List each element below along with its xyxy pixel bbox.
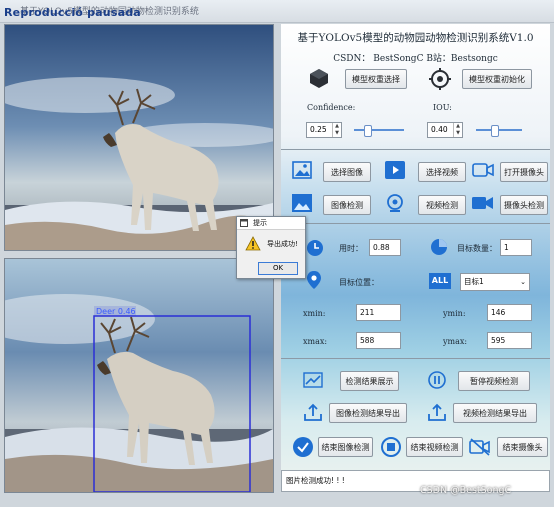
ymax-field: 595 bbox=[487, 332, 532, 349]
original-image-view bbox=[4, 24, 274, 251]
video-detect-button[interactable]: 视频检测 bbox=[418, 195, 466, 215]
pie-chart-icon bbox=[431, 239, 447, 255]
system-subtitle: CSDN： BestSongC B站：Bestsongc bbox=[333, 54, 498, 64]
image-detect-icon bbox=[292, 194, 312, 212]
iou-spinbox[interactable]: 0.40 ▲ ▼ bbox=[427, 122, 463, 138]
confidence-slider[interactable] bbox=[354, 125, 404, 137]
stop-circle-icon bbox=[381, 437, 401, 457]
iou-label: IOU: bbox=[433, 103, 452, 112]
deer-original-image bbox=[5, 25, 273, 250]
camera-detect-icon bbox=[472, 197, 493, 209]
xmax-field: 588 bbox=[356, 332, 401, 349]
camera-icon bbox=[472, 163, 494, 177]
confidence-label: Confidence: bbox=[307, 103, 356, 112]
dialog-title-bar: 提示 bbox=[237, 217, 305, 230]
count-label: 目标数量： bbox=[457, 244, 497, 253]
divider bbox=[281, 358, 550, 359]
check-circle-icon bbox=[293, 437, 313, 457]
divider bbox=[281, 149, 550, 150]
camera-detect-button[interactable]: 摄像头检测 bbox=[500, 195, 548, 215]
video-play-icon bbox=[385, 161, 405, 179]
watermark: CSDN @BestSongC bbox=[420, 485, 512, 496]
detection-label: Deer 0.46 bbox=[96, 307, 136, 316]
video-detect-icon bbox=[387, 194, 403, 212]
select-model-weights-button[interactable]: 模型权重选择 bbox=[345, 69, 407, 89]
pause-icon bbox=[428, 371, 446, 389]
image-detect-button[interactable]: 图像检测 bbox=[323, 195, 371, 215]
chevron-down-icon[interactable]: ⌄ bbox=[520, 274, 526, 290]
ymin-label: ymin: bbox=[443, 309, 466, 318]
ymin-field: 146 bbox=[487, 304, 532, 321]
export-image-results-button[interactable]: 图像检测结果导出 bbox=[329, 403, 407, 423]
spin-arrows-icon[interactable]: ▲ ▼ bbox=[332, 123, 341, 137]
control-panel: 基于YOLOv5模型的动物园动物检测识别系统V1.0 CSDN： BestSon… bbox=[281, 24, 550, 492]
spin-arrows-icon[interactable]: ▲ ▼ bbox=[453, 123, 462, 137]
stop-image-detect-button[interactable]: 结束图像检测 bbox=[318, 437, 373, 457]
xmin-field: 211 bbox=[356, 304, 401, 321]
stop-video-detect-button[interactable]: 结束视频检测 bbox=[406, 437, 463, 457]
all-targets-icon: ALL bbox=[429, 273, 451, 289]
iou-slider[interactable] bbox=[476, 125, 522, 137]
xmin-label: xmin: bbox=[303, 309, 326, 318]
init-model-weights-button[interactable]: 模型权重初始化 bbox=[462, 69, 532, 89]
slider-handle[interactable] bbox=[491, 125, 499, 137]
time-label: 用时： bbox=[339, 244, 363, 253]
ok-button[interactable]: OK bbox=[258, 262, 298, 275]
position-label: 目标位置： bbox=[339, 278, 379, 287]
deer-detection-image: Deer 0.46 bbox=[5, 259, 273, 492]
timer-icon bbox=[307, 240, 323, 256]
info-dialog: 提示 导出成功! OK bbox=[236, 216, 306, 279]
dialog-title: 提示 bbox=[253, 219, 267, 227]
confidence-value: 0.25 bbox=[310, 125, 327, 134]
divider bbox=[281, 223, 550, 224]
slider-handle[interactable] bbox=[364, 125, 372, 137]
dialog-message: 导出成功! bbox=[267, 240, 298, 248]
cube-icon bbox=[310, 69, 328, 88]
upload-icon bbox=[304, 403, 322, 421]
warning-icon bbox=[245, 236, 261, 251]
xmax-label: xmax: bbox=[303, 337, 328, 346]
system-title: 基于YOLOv5模型的动物园动物检测识别系统V1.0 bbox=[297, 32, 534, 44]
target-select-value: 目标1 bbox=[464, 277, 484, 286]
ymax-label: ymax: bbox=[443, 337, 468, 346]
upload-icon bbox=[428, 403, 446, 421]
detection-result-view: Deer 0.46 bbox=[4, 258, 274, 493]
open-camera-button[interactable]: 打开摄像头 bbox=[500, 162, 548, 182]
camera-off-icon bbox=[469, 438, 490, 456]
image-icon bbox=[292, 161, 312, 179]
line-chart-icon bbox=[303, 372, 323, 388]
iou-value: 0.40 bbox=[431, 125, 448, 134]
count-field: 1 bbox=[500, 239, 532, 256]
target-select[interactable]: 目标1 ⌄ bbox=[460, 273, 530, 291]
location-pin-icon bbox=[307, 271, 321, 289]
settings-target-icon bbox=[429, 68, 451, 90]
time-field: 0.88 bbox=[369, 239, 401, 256]
select-video-button[interactable]: 选择视频 bbox=[418, 162, 466, 182]
show-results-button[interactable]: 检测结果展示 bbox=[340, 371, 399, 391]
pause-video-button[interactable]: 暂停视频检测 bbox=[458, 371, 530, 391]
confidence-spinbox[interactable]: 0.25 ▲ ▼ bbox=[306, 122, 342, 138]
stop-camera-button[interactable]: 结束摄像头 bbox=[497, 437, 548, 457]
window-icon bbox=[240, 219, 248, 227]
playback-status-overlay: Reproducció pausada bbox=[4, 6, 141, 19]
select-image-button[interactable]: 选择图像 bbox=[323, 162, 371, 182]
export-video-results-button[interactable]: 视频检测结果导出 bbox=[453, 403, 537, 423]
